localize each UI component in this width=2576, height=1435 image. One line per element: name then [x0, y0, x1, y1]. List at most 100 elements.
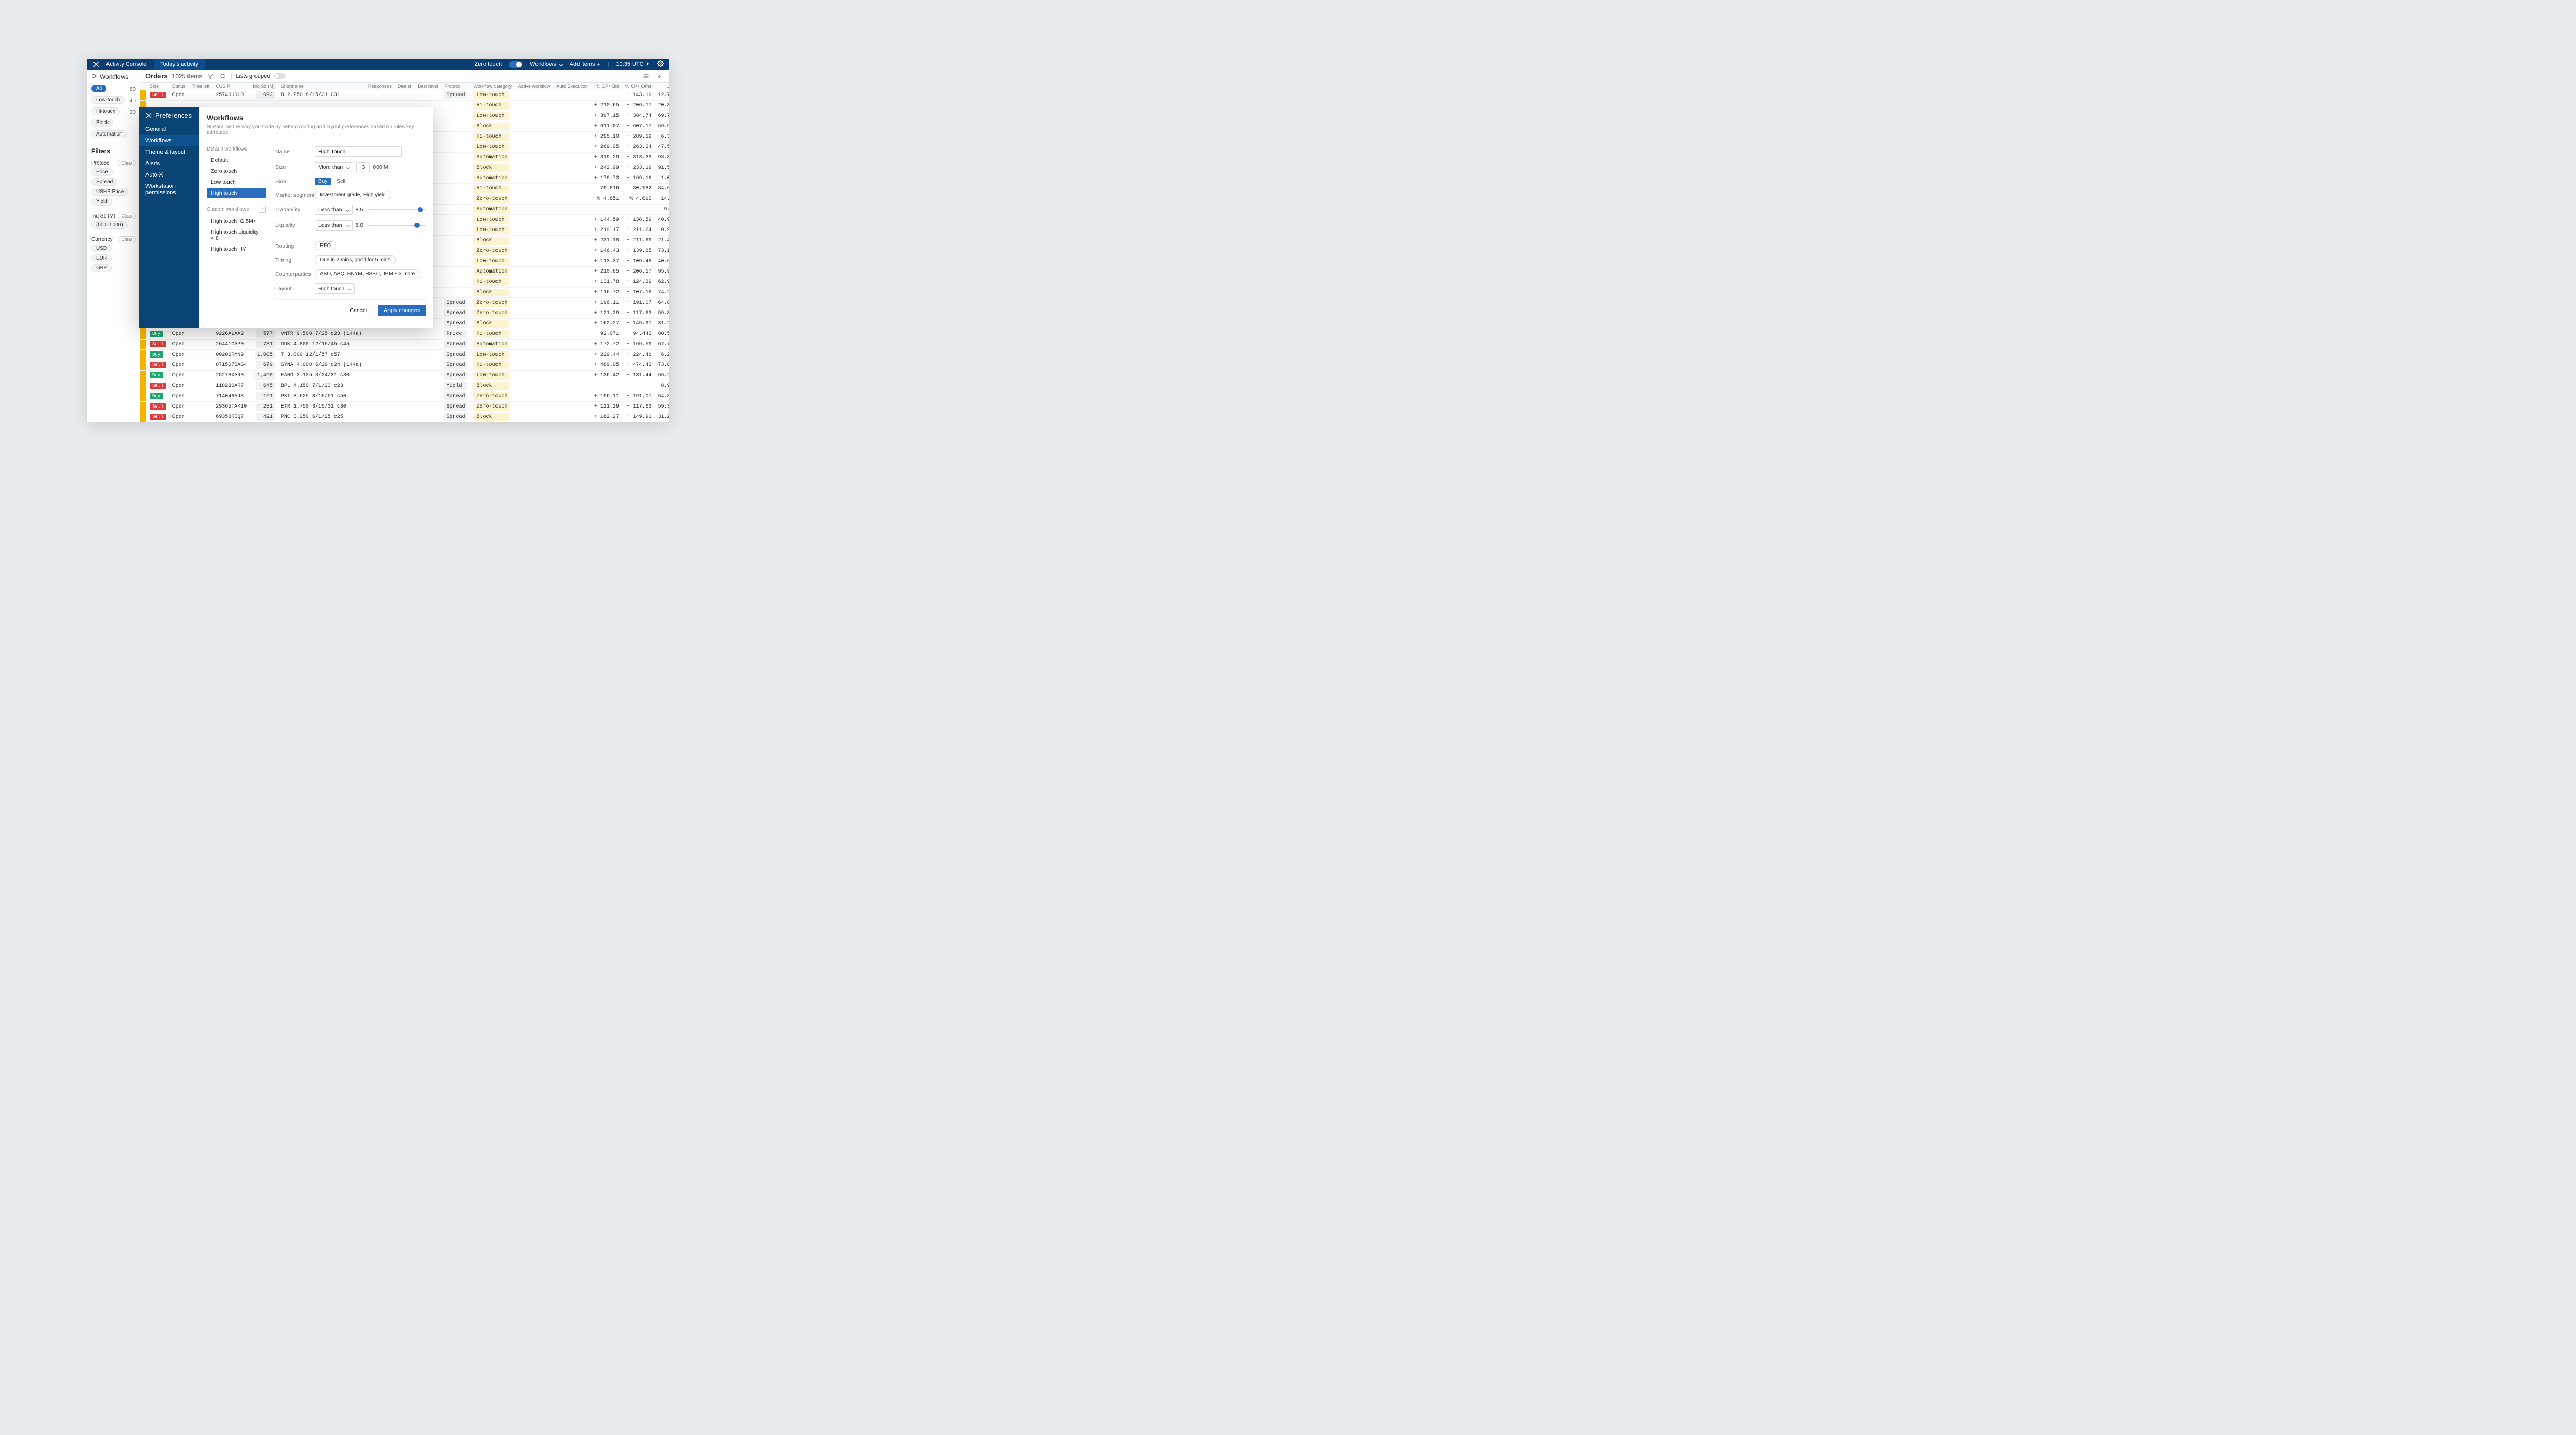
prefs-nav-item[interactable]: Workstation permissions [139, 181, 199, 198]
zero-touch-toggle[interactable] [509, 61, 522, 68]
filter-icon[interactable] [206, 72, 214, 80]
workflow-item[interactable]: Default [207, 155, 266, 166]
filter-group-title: Currency [91, 237, 113, 242]
collapse-icon[interactable] [655, 72, 664, 80]
workflows-menu[interactable]: Workflows [530, 61, 562, 67]
column-header[interactable]: Shortname [278, 83, 365, 90]
apply-button[interactable]: Apply changes [378, 305, 426, 316]
modal-title: Preferences [139, 112, 199, 124]
column-header[interactable]: Auto Execution [553, 83, 591, 90]
custom-workflow-item[interactable]: High touch IG 5M+ [207, 216, 266, 226]
table-row[interactable]: Sell Open 871507DAG4 679 SYNA 4.000 6/29… [140, 360, 669, 371]
filter-pill[interactable]: EUR [91, 254, 112, 262]
column-header[interactable]: Limit [655, 83, 669, 90]
clear-button[interactable]: Clear [118, 236, 136, 242]
column-header[interactable]: Protocol [441, 83, 470, 90]
counterparties-pill[interactable]: ABO, ABQ, BNYM, HSBC, JPM + 3 more [315, 269, 420, 278]
column-header[interactable]: Inq Sz (M) [250, 83, 278, 90]
column-header[interactable]: Best level [414, 83, 441, 90]
counterparties-label: Counterparties [275, 271, 315, 277]
preferences-modal: Preferences GeneralWorkflowsTheme & layo… [139, 107, 433, 328]
size-label: Size [275, 164, 315, 170]
workflow-item[interactable]: Zero touch [207, 166, 266, 177]
buy-button[interactable]: Buy [315, 178, 331, 185]
clear-button[interactable]: Clear [118, 160, 136, 166]
sidebar-title: Workflows [91, 73, 136, 80]
zero-touch-label: Zero touch [474, 61, 502, 67]
tradability-value: 8.5 [356, 207, 364, 213]
workflow-filter-pill[interactable]: Block [91, 119, 113, 127]
liquidity-label: Liquidity [275, 222, 315, 228]
prefs-nav-item[interactable]: Theme & layout [139, 146, 199, 158]
workflow-filter-pill[interactable]: Hi-touch [91, 107, 120, 115]
routing-pill[interactable]: RFQ [315, 241, 336, 250]
workflow-item[interactable]: Low touch [207, 177, 266, 187]
table-row[interactable]: Sell Open 26441CAP0 781 DUK 4.800 12/15/… [140, 340, 669, 350]
tradability-operator-select[interactable]: Less than [315, 205, 353, 215]
column-header[interactable]: CUSIP [212, 83, 250, 90]
timing-label: Timing [275, 257, 315, 263]
filter-pill[interactable]: Yield [91, 198, 112, 206]
prefs-nav-item[interactable]: Workflows [139, 135, 199, 146]
table-row[interactable]: Sell Open 29365TAKI0 281 ETR 1.750 3/15/… [140, 402, 669, 412]
table-row[interactable]: Buy Open 9226ALAA2 577 VNTR 9.500 7/25 c… [140, 329, 669, 340]
column-header[interactable]: Responses [365, 83, 395, 90]
liquidity-operator-select[interactable]: Less than [315, 220, 353, 231]
cancel-button[interactable]: Cancel [343, 305, 373, 316]
segment-pill[interactable]: Investment grade, High yield [315, 191, 391, 199]
column-header[interactable]: Workflow category [470, 83, 515, 90]
filter-pill[interactable]: Price [91, 168, 113, 176]
liquidity-slider[interactable] [369, 222, 426, 228]
layout-select[interactable]: High touch [315, 283, 355, 294]
workflow-item[interactable]: High touch [207, 188, 266, 198]
name-label: Name [275, 148, 315, 155]
table-row[interactable]: Buy Open 25278XAR0 1,490 FANG 3.125 3/24… [140, 371, 669, 381]
custom-workflows-heading: Custom workflows [207, 207, 249, 212]
prefs-nav-item[interactable]: Auto-X [139, 169, 199, 181]
column-header[interactable] [140, 83, 146, 90]
sell-button[interactable]: Sell [334, 178, 348, 185]
column-header[interactable]: Time left [189, 83, 212, 90]
timing-pill[interactable]: Due in 2 mins, good for 5 mins [315, 255, 396, 264]
size-unit: 000 M [373, 164, 388, 170]
lists-grouped-label: Lists grouped [236, 73, 270, 79]
filter-pill[interactable]: (500-2,000) [91, 221, 128, 229]
table-row[interactable]: Sell Open 25746UDL0 692 D 2.250 8/15/31 … [140, 90, 669, 101]
size-operator-select[interactable]: More than [315, 162, 353, 172]
column-header[interactable]: Side [146, 83, 169, 90]
workflow-filter-pill[interactable]: Automation [91, 130, 127, 138]
liquidity-value: 8.0 [356, 222, 364, 228]
column-header[interactable]: % CP+ Offer [622, 83, 655, 90]
filter-pill[interactable]: GBP [91, 264, 112, 272]
workflows-icon [91, 73, 97, 80]
table-row[interactable]: Buy Open 714046AJ8 161 PKI 3.625 3/15/51… [140, 391, 669, 402]
prefs-nav-item[interactable]: Alerts [139, 158, 199, 169]
custom-workflow-item[interactable]: High touch HY [207, 244, 266, 254]
custom-workflow-item[interactable]: High touch Liquidity < 8 [207, 227, 266, 243]
tradability-slider[interactable] [369, 207, 426, 213]
column-header[interactable]: % CP+ Bid [591, 83, 622, 90]
filter-pill[interactable]: USD [91, 245, 112, 252]
column-header[interactable]: Active workflow [515, 83, 553, 90]
settings-icon[interactable] [657, 60, 664, 69]
table-row[interactable]: Sell Open 118230AR7 645 BPL 4.150 7/1/23… [140, 381, 669, 391]
clear-button[interactable]: Clear [118, 213, 136, 219]
table-row[interactable]: Buy Open 00206RMN9 1,005 T 3.800 12/1/57… [140, 350, 669, 360]
search-icon[interactable] [219, 72, 227, 80]
workflow-form: Name Size More than 000 M Side Buy Sell [270, 141, 426, 321]
add-workflow-button[interactable]: + [259, 206, 266, 213]
filter-pill[interactable]: Spread [91, 178, 117, 186]
add-items-menu[interactable]: Add items+ [570, 61, 600, 68]
filter-pill[interactable]: USHB Price [91, 188, 128, 196]
workflow-filter-pill[interactable]: Low-touch [91, 96, 125, 104]
size-value-input[interactable] [356, 162, 370, 172]
column-header[interactable]: Status [169, 83, 189, 90]
table-row[interactable]: Sell Open 69353REQ7 421 PNC 3.250 6/1/25… [140, 412, 669, 423]
lists-grouped-toggle[interactable] [274, 73, 286, 79]
tab-todays-activity[interactable]: Today's activity [154, 59, 205, 70]
hamburger-icon[interactable] [642, 72, 650, 80]
column-header[interactable]: Dealer [395, 83, 415, 90]
name-input[interactable] [315, 146, 402, 157]
prefs-nav-item[interactable]: General [139, 124, 199, 135]
workflow-filter-pill[interactable]: All [91, 85, 106, 92]
